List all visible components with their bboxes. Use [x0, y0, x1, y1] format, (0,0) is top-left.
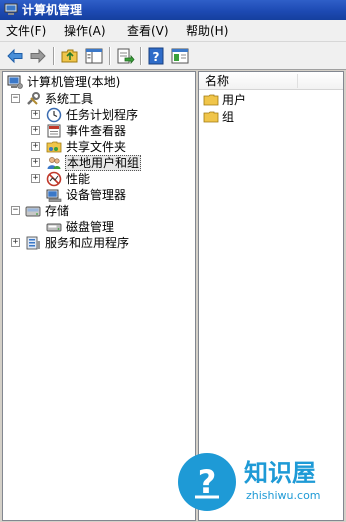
toolbar-separator	[53, 47, 55, 65]
column-header-label: 名称	[205, 74, 230, 88]
tree-label-performance: 性能	[66, 172, 91, 186]
tree-label-shared-folders: 共享文件夹	[66, 140, 127, 154]
tree-label-services-apps: 服务和应用程序	[45, 236, 130, 250]
expander-collapse[interactable]: −	[11, 206, 20, 215]
up-folder-icon[interactable]	[60, 46, 80, 66]
tree-label-root: 计算机管理(本地)	[27, 75, 121, 89]
device-manager-icon	[46, 189, 62, 202]
watermark: ? 知识屋 zhishiwu.com	[178, 447, 338, 515]
tree-node-event-viewer[interactable]: + 事件查看器	[31, 123, 191, 139]
expander-expand[interactable]: +	[31, 158, 40, 167]
export-list-icon[interactable]	[115, 46, 135, 66]
tree-label-storage: 存储	[45, 204, 70, 218]
folder-icon	[203, 111, 219, 123]
properties-icon[interactable]	[170, 46, 190, 66]
event-viewer-icon	[47, 124, 61, 138]
tree-node-disk-management[interactable]: 磁盘管理	[46, 219, 191, 235]
tree-node-services-apps[interactable]: + 服务和应用程序	[11, 235, 191, 251]
menu-view[interactable]: 查看(V)	[127, 23, 169, 39]
tree-node-performance[interactable]: + 性能	[31, 171, 191, 187]
toolbar-separator	[109, 47, 111, 65]
tree-node-device-manager[interactable]: 设备管理器	[46, 187, 191, 203]
tree-node-root[interactable]: 计算机管理(本地)	[7, 74, 192, 90]
list-item-label: 用户	[222, 93, 247, 107]
tree-label-task-scheduler: 任务计划程序	[66, 108, 139, 122]
title-bar: 计算机管理	[0, 0, 346, 20]
system-tools-icon	[27, 92, 40, 105]
folder-icon	[203, 94, 219, 106]
question-mark-icon: ?	[195, 463, 219, 501]
tree-node-system-tools[interactable]: − 系统工具	[11, 91, 191, 107]
watermark-brand: 知识屋	[244, 459, 316, 487]
forward-arrow-icon[interactable]	[28, 46, 48, 66]
help-icon[interactable]: ?	[146, 46, 166, 66]
menu-help[interactable]: 帮助(H)	[186, 23, 228, 39]
svg-text:?: ?	[198, 463, 217, 501]
tree-node-shared-folders[interactable]: + 共享文件夹	[31, 139, 191, 155]
toolbar-separator	[140, 47, 142, 65]
computer-management-icon	[7, 75, 23, 89]
tree-label-disk-management: 磁盘管理	[66, 220, 115, 234]
watermark-domain: zhishiwu.com	[246, 489, 321, 502]
column-separator	[297, 74, 298, 88]
toolbar: ?	[0, 42, 346, 70]
show-hide-tree-icon[interactable]	[84, 46, 104, 66]
tree-label-local-users-groups: 本地用户和组	[65, 155, 142, 171]
disk-management-icon	[46, 223, 62, 232]
menu-file[interactable]: 文件(F)	[6, 23, 46, 39]
shared-folder-icon	[46, 141, 62, 153]
tree-label-system-tools: 系统工具	[45, 92, 94, 106]
svg-text:?: ?	[153, 50, 160, 64]
console-tree[interactable]: 计算机管理(本地) − 系统工具 + 任务计划程序 + 事件查看器 + 共享文件…	[2, 71, 196, 521]
window-title: 计算机管理	[22, 3, 83, 17]
menu-action[interactable]: 操作(A)	[64, 23, 106, 39]
menu-bar: 文件(F) 操作(A) 查看(V) 帮助(H)	[0, 20, 346, 42]
tree-node-storage[interactable]: − 存储	[11, 203, 191, 219]
expander-expand[interactable]: +	[31, 174, 40, 183]
watermark-logo: ?	[178, 453, 236, 511]
performance-icon	[46, 171, 62, 187]
tree-node-task-scheduler[interactable]: + 任务计划程序	[31, 107, 191, 123]
storage-icon	[25, 206, 41, 217]
services-icon	[26, 236, 40, 250]
column-header-name[interactable]: 名称	[199, 72, 343, 90]
back-arrow-icon[interactable]	[5, 46, 25, 66]
users-icon	[47, 157, 61, 169]
expander-expand[interactable]: +	[31, 110, 40, 119]
computer-management-icon	[4, 3, 18, 15]
tree-label-device-manager: 设备管理器	[66, 188, 127, 202]
expander-expand[interactable]: +	[11, 238, 20, 247]
clock-icon	[46, 107, 62, 123]
expander-expand[interactable]: +	[31, 142, 40, 151]
tree-label-event-viewer: 事件查看器	[66, 124, 127, 138]
list-item-label: 组	[222, 110, 235, 124]
expander-expand[interactable]: +	[31, 126, 40, 135]
expander-collapse[interactable]: −	[11, 94, 20, 103]
tree-node-local-users-groups[interactable]: + 本地用户和组	[31, 155, 191, 171]
